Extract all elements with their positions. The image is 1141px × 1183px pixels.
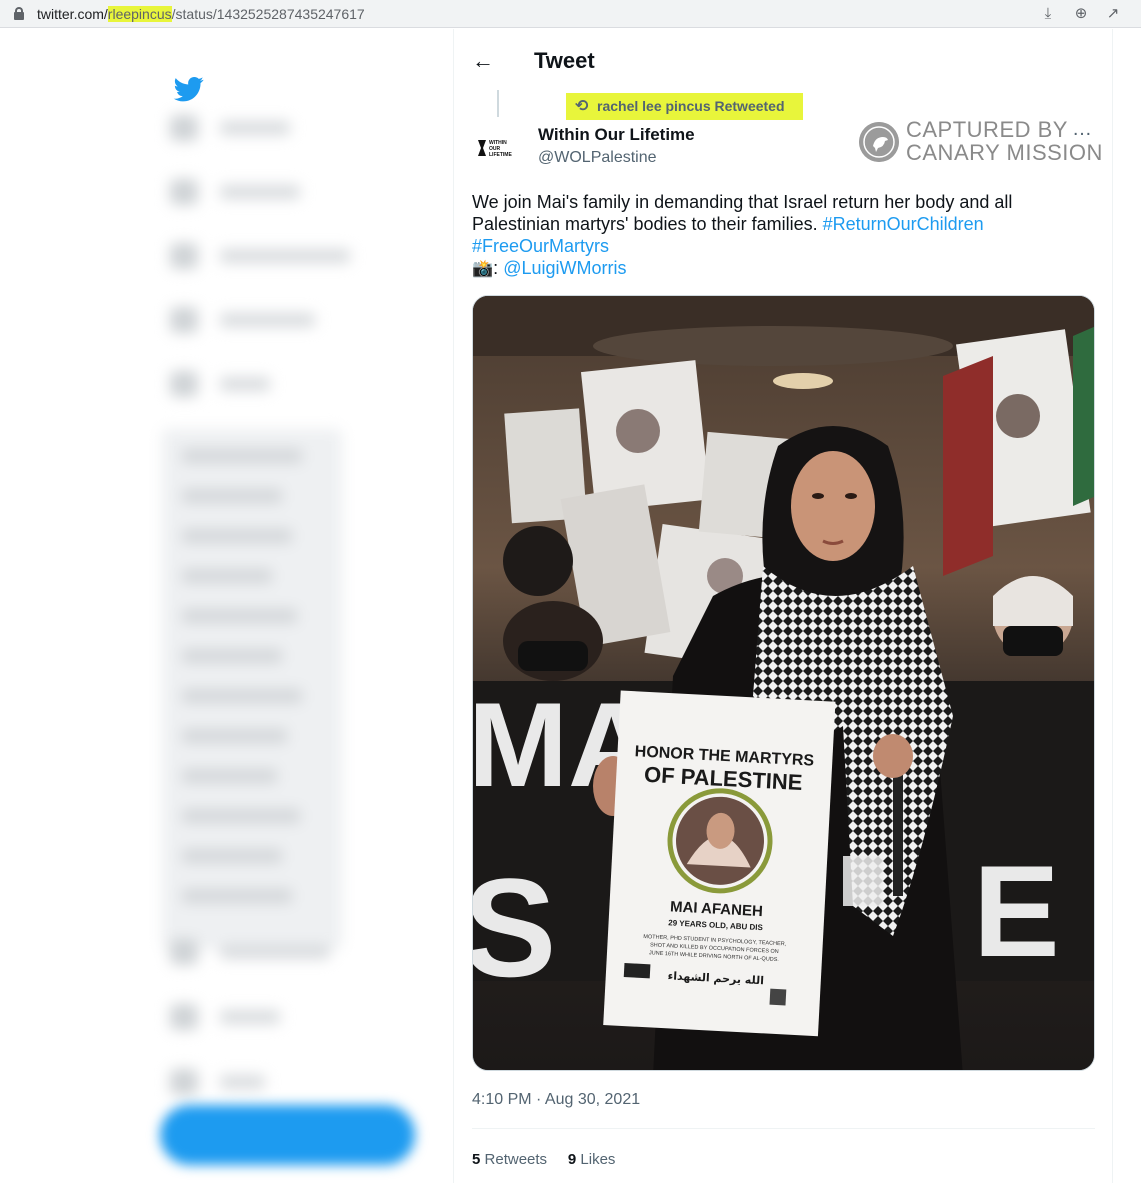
author-handle[interactable]: @WOLPalestine [538,148,657,168]
url-username-highlight: rleepincus [107,6,172,22]
likes-label: Likes [580,1151,616,1168]
avatar-text-3: LIFETIME [489,152,512,158]
column-divider-left [453,29,454,1183]
retweets-stat[interactable]: 5 Retweets [472,1151,547,1168]
url-path: /status/1432525287435247617 [171,6,365,22]
likes-stat[interactable]: 9 Likes [568,1151,616,1168]
hashtag-link[interactable]: #ReturnOurChildren [823,214,984,234]
protest-photo-illustration: MA S E HONOR THE MARTYRS OF PALESTINE M [473,296,1094,1070]
retweets-label: Retweets [484,1151,548,1168]
nav-icon [170,179,198,205]
tweet-photo[interactable]: MA S E HONOR THE MARTYRS OF PALESTINE M [472,295,1095,1071]
svg-text:E: E [973,838,1060,984]
tweet-text: We join Mai's family in demanding that I… [472,191,1102,280]
watermark-line-2: CANARY MISSION [906,140,1103,165]
retweets-count: 5 [472,1151,481,1168]
back-arrow-icon[interactable]: ← [472,50,496,72]
likes-count: 9 [567,1151,577,1168]
tweet-compose-button[interactable] [160,1105,415,1165]
divider [472,1128,1095,1129]
canary-mission-logo-icon [859,122,899,162]
author-avatar[interactable]: WITHIN OUR LIFETIME [472,130,522,166]
browser-address-bar[interactable]: twitter.com/rleepincus/status/1432525287… [0,0,1141,28]
install-icon[interactable]: ⤓ [1038,4,1058,24]
nav-icon [170,939,198,965]
column-divider-right [1112,29,1113,1183]
author-name[interactable]: Within Our Lifetime [538,125,695,145]
thread-line [497,90,499,117]
nav-icon [170,1004,198,1030]
sidebar [0,29,453,1183]
lock-icon [14,7,24,20]
mention-link[interactable]: @LuigiWMorris [503,258,626,278]
tweet-colon: : [493,258,504,278]
sidebar-panel [162,429,342,949]
hashtag-link[interactable]: #FreeOurMartyrs [472,236,609,256]
retweeted-by-label: rachel lee pincus Retweeted [597,98,785,114]
nav-icon [170,371,198,397]
svg-text:S: S [473,849,556,1006]
nav-icon [170,243,198,269]
zoom-icon[interactable]: ⊕ [1071,4,1091,24]
nav-icon [170,1069,198,1095]
sidebar-navigation-blurred [0,29,453,1183]
nav-icon [170,307,198,333]
url-text[interactable]: twitter.com/rleepincus/status/1432525287… [37,5,365,23]
tweet-timestamp[interactable]: 4:10 PM · Aug 30, 2021 [472,1090,640,1110]
url-host: twitter.com/ [37,6,108,22]
retweeted-by-banner[interactable]: ⟲ rachel lee pincus Retweeted [566,93,803,120]
more-options-icon[interactable]: … [1072,118,1093,141]
page-title: Tweet [534,48,595,73]
retweet-icon: ⟲ [575,98,589,115]
tweet-stats: 5 Retweets 9 Likes [472,1150,615,1170]
nav-icon [170,115,198,141]
camera-emoji-icon: 📸 [472,259,494,278]
share-icon[interactable]: ↗ [1103,4,1123,24]
